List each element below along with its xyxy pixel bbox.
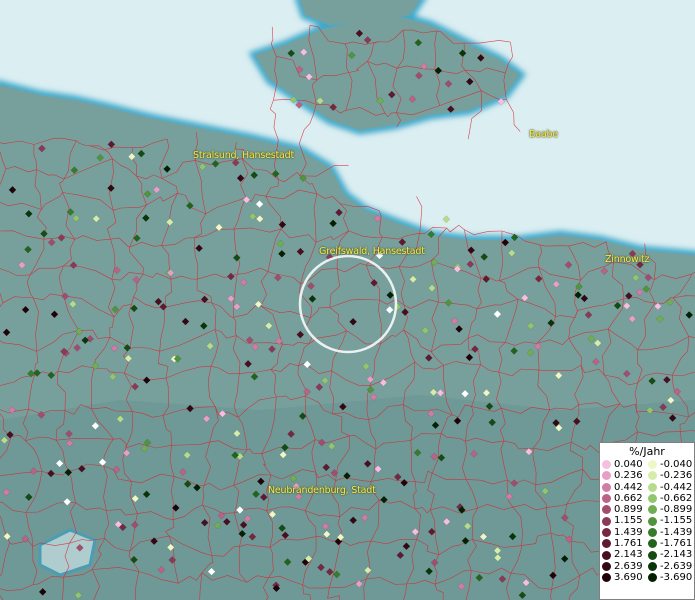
- legend-value: -0.662: [660, 492, 693, 504]
- legend-positive-row-4: 0.899: [602, 504, 648, 515]
- legend-value: -2.143: [660, 549, 693, 561]
- legend-negative-row-5: -1.155: [648, 515, 694, 526]
- legend-swatch: [648, 505, 657, 515]
- legend-negative-row-9: -2.639: [648, 561, 694, 572]
- legend-positive-row-6: 1.439: [602, 527, 648, 538]
- legend-value: 3.690: [614, 571, 643, 583]
- legend-swatch: [602, 516, 611, 526]
- legend-positive-row-7: 1.761: [602, 538, 648, 549]
- legend-swatch: [648, 527, 657, 537]
- legend-value: -1.761: [660, 538, 693, 550]
- map-base: [0, 0, 695, 600]
- legend-swatch: [602, 527, 611, 537]
- city-label-neubrandenburg: Neubrandenburg, Stadt: [268, 485, 376, 496]
- legend-value: -3.690: [660, 571, 693, 583]
- legend-swatch: [602, 482, 611, 492]
- legend-value: 1.155: [614, 515, 643, 527]
- legend-value: 0.899: [614, 504, 643, 516]
- legend-positive-column: 0.040 0.236 0.442 0.662 0.899 1.155 1.439 1.761…: [602, 459, 648, 583]
- legend-swatch: [648, 539, 657, 549]
- legend-value: 1.439: [614, 526, 643, 538]
- legend-negative-row-3: -0.662: [648, 493, 694, 504]
- legend-swatch: [648, 482, 657, 492]
- legend-swatch: [602, 539, 611, 549]
- legend-value: -0.899: [660, 504, 693, 516]
- legend-swatch: [602, 505, 611, 515]
- legend-swatch: [602, 471, 611, 481]
- legend-negative-row-0: -0.040: [648, 459, 694, 470]
- legend-value: 2.639: [614, 560, 643, 572]
- legend-negative-row-6: -1.439: [648, 527, 694, 538]
- legend-value: 1.761: [614, 538, 643, 550]
- legend-swatch: [648, 550, 657, 560]
- legend-swatch: [602, 494, 611, 504]
- legend-value: -0.442: [660, 481, 693, 493]
- legend-swatch: [648, 471, 657, 481]
- legend-negative-row-1: -0.236: [648, 470, 694, 481]
- legend-value: -1.155: [660, 515, 693, 527]
- legend-swatch: [602, 550, 611, 560]
- legend-value: -0.236: [660, 470, 693, 482]
- legend-title: %/Jahr: [629, 445, 665, 458]
- legend-positive-row-10: 3.690: [602, 572, 648, 583]
- legend-value: 0.442: [614, 481, 643, 493]
- legend-negative-row-2: -0.442: [648, 482, 694, 493]
- legend-positive-row-3: 0.662: [602, 493, 648, 504]
- legend-positive-row-8: 2.143: [602, 549, 648, 560]
- legend-value: 0.040: [614, 459, 643, 470]
- legend-positive-row-0: 0.040: [602, 459, 648, 470]
- city-label-stralsund: Stralsund, Hansestadt: [193, 150, 295, 161]
- legend-value: -1.439: [660, 526, 693, 538]
- legend-swatch: [648, 516, 657, 526]
- legend-positive-row-1: 0.236: [602, 470, 648, 481]
- legend-positive-row-5: 1.155: [602, 515, 648, 526]
- legend-negative-row-7: -1.761: [648, 538, 694, 549]
- legend-value: 2.143: [614, 549, 643, 561]
- map-legend: %/Jahr 0.040 0.236 0.442 0.662 0.899 1.155 1.4…: [599, 442, 695, 600]
- legend-swatch: [602, 573, 611, 583]
- legend-positive-row-2: 0.442: [602, 482, 648, 493]
- legend-negative-row-8: -2.143: [648, 549, 694, 560]
- legend-swatch: [602, 561, 611, 571]
- map-canvas[interactable]: Stralsund, Hansestadt Greifswald, Hanses…: [0, 0, 695, 600]
- legend-swatch: [648, 573, 657, 583]
- legend-swatch: [648, 494, 657, 504]
- legend-positive-row-9: 2.639: [602, 561, 648, 572]
- legend-value: 0.236: [614, 470, 643, 482]
- legend-value: 0.662: [614, 492, 643, 504]
- legend-value: -2.639: [660, 560, 693, 572]
- city-label-greifswald: Greifswald, Hansestadt: [319, 246, 425, 257]
- legend-swatch: [648, 561, 657, 571]
- city-label-baabe: Baabe: [529, 129, 559, 140]
- legend-negative-column: -0.040 -0.236 -0.442 -0.662 -0.899 -1.155 -1.4…: [648, 459, 694, 583]
- city-label-zinnowitz: Zinnowitz: [605, 254, 650, 265]
- legend-value: -0.040: [660, 459, 693, 470]
- legend-swatch: [648, 460, 657, 470]
- legend-swatch: [602, 460, 611, 470]
- legend-negative-row-4: -0.899: [648, 504, 694, 515]
- legend-negative-row-10: -3.690: [648, 572, 694, 583]
